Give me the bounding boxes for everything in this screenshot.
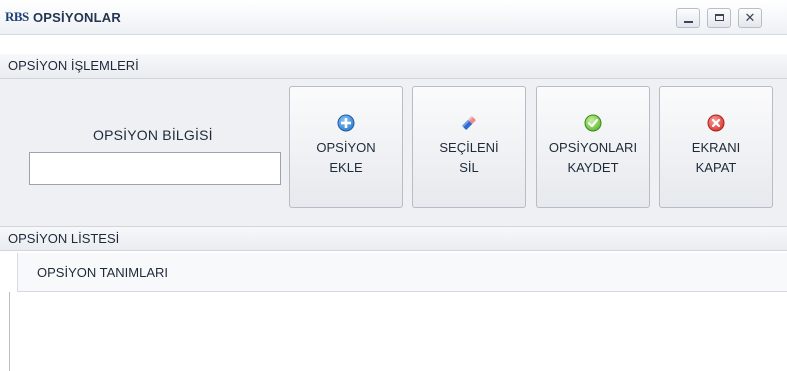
eraser-icon — [461, 115, 476, 130]
close-circle-icon — [707, 114, 725, 132]
option-info-input[interactable] — [29, 152, 281, 185]
delete-selected-label-line2: SİL — [459, 160, 479, 175]
option-definitions-column-header[interactable]: OPSİYON TANIMLARI — [17, 253, 787, 292]
app-logo: RBS — [5, 9, 29, 24]
delete-selected-button[interactable]: SEÇİLENİ SİL — [412, 86, 526, 208]
option-info-label: OPSİYON BİLGİSİ — [93, 127, 213, 143]
close-window-button[interactable]: ✕ — [738, 8, 762, 28]
save-options-button[interactable]: OPSİYONLARI KAYDET — [536, 86, 650, 208]
maximize-button[interactable] — [707, 8, 731, 28]
close-icon: ✕ — [744, 10, 756, 25]
close-screen-button[interactable]: EKRANI KAPAT — [659, 86, 773, 208]
save-options-label-line1: OPSİYONLARI — [548, 140, 638, 155]
minimize-icon — [684, 21, 693, 23]
window-title: OPSİYONLAR — [33, 10, 121, 25]
option-list-group-header: OPSİYON LİSTESİ — [0, 226, 787, 251]
close-screen-label-line1: EKRANI — [691, 140, 741, 155]
save-options-label-line2: KAYDET — [567, 160, 619, 175]
add-option-label-line1: OPSİYON — [316, 140, 376, 155]
add-icon — [337, 114, 355, 132]
minimize-button[interactable] — [676, 8, 700, 28]
maximize-icon — [715, 14, 724, 21]
add-option-button[interactable]: OPSİYON EKLE — [289, 86, 403, 208]
operations-group-header: OPSİYON İŞLEMLERİ — [0, 54, 787, 79]
check-icon — [584, 114, 602, 132]
delete-selected-label-line1: SEÇİLENİ — [439, 140, 499, 155]
grid-left-border — [9, 292, 10, 371]
add-option-label-line2: EKLE — [329, 160, 363, 175]
title-bar[interactable]: RBS OPSİYONLAR ✕ — [0, 0, 787, 35]
close-screen-label-line2: KAPAT — [695, 160, 737, 175]
options-window: RBS OPSİYONLAR ✕ OPSİYON İŞLEMLERİ OPSİY… — [0, 0, 787, 371]
